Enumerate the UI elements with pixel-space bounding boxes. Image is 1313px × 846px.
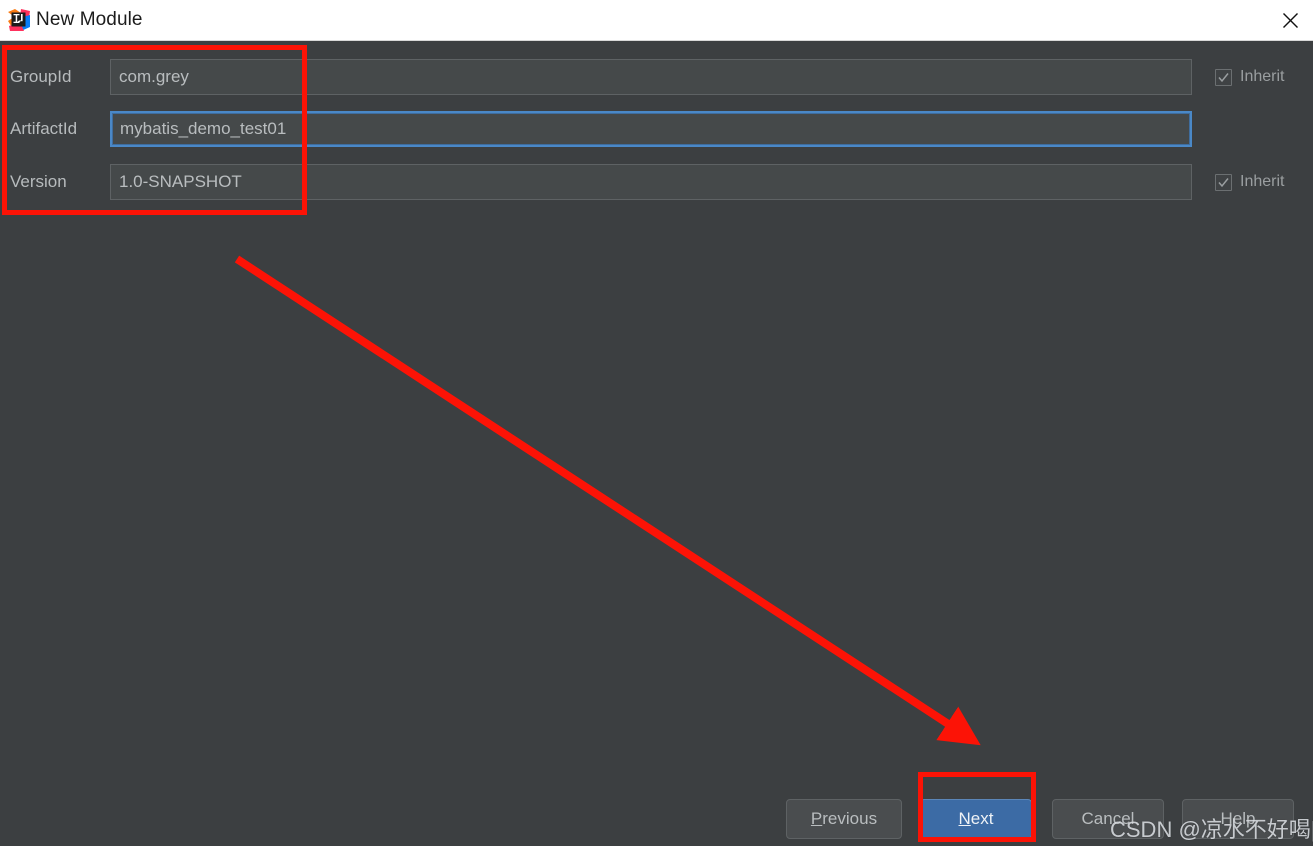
new-module-dialog: New Module GroupId Inherit <box>0 0 1313 846</box>
cancel-button-label: Cancel <box>1081 809 1135 828</box>
form-row-groupid: GroupId Inherit <box>0 59 1313 95</box>
version-input[interactable] <box>110 164 1192 200</box>
previous-button-mnemonic: P <box>810 809 823 828</box>
groupid-input[interactable] <box>110 59 1192 95</box>
cancel-button[interactable]: Cancel <box>1052 799 1164 839</box>
form-row-version: Version Inherit <box>0 164 1313 200</box>
groupid-inherit-label: Inherit <box>1240 68 1285 85</box>
version-label: Version <box>10 172 67 191</box>
next-button[interactable]: Next <box>920 799 1032 839</box>
dialog-button-bar: Previous Next Cancel Help <box>0 799 1313 846</box>
previous-button[interactable]: Previous <box>786 799 902 839</box>
groupid-inherit-checkbox[interactable]: Inherit <box>1215 59 1284 95</box>
checkbox-checked-icon <box>1215 173 1232 191</box>
intellij-idea-logo-icon <box>8 9 30 31</box>
groupid-label: GroupId <box>10 67 72 86</box>
next-button-label: ext <box>970 809 994 828</box>
dialog-content: GroupId Inherit ArtifactId Vers <box>0 41 1313 846</box>
checkbox-checked-icon <box>1215 68 1232 86</box>
artifactid-label: ArtifactId <box>10 119 78 138</box>
next-button-mnemonic: N <box>958 809 971 828</box>
previous-button-label: revious <box>822 809 878 828</box>
version-inherit-checkbox[interactable]: Inherit <box>1215 164 1284 200</box>
help-button-label: Help <box>1220 809 1256 828</box>
form-row-artifactid: ArtifactId <box>0 111 1313 147</box>
dialog-titlebar: New Module <box>0 0 1313 41</box>
version-inherit-label: Inherit <box>1240 173 1285 190</box>
artifactid-input[interactable] <box>110 111 1192 147</box>
dialog-title: New Module <box>36 9 143 30</box>
help-button[interactable]: Help <box>1182 799 1294 839</box>
close-icon[interactable] <box>1267 0 1313 41</box>
